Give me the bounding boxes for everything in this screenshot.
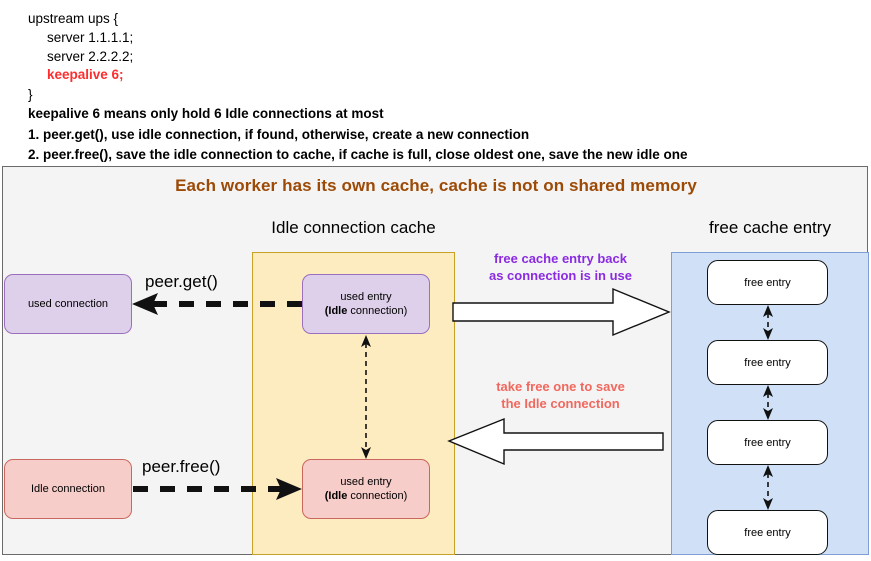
- code-line-0: upstream ups {: [28, 11, 119, 26]
- diagram-frame: Each worker has its own cache, cache is …: [2, 166, 869, 555]
- code-line-1: server 1.1.1.1;: [47, 30, 134, 45]
- peer-get-arrow: [132, 293, 302, 315]
- free-cache-back-block-arrow: [452, 287, 671, 337]
- note-line-0: keepalive 6 means only hold 6 Idle conne…: [28, 106, 384, 121]
- cache-entry-link-arrow: [361, 335, 371, 459]
- take-free-one-block-arrow: [447, 417, 664, 466]
- code-line-keepalive: keepalive 6;: [47, 67, 124, 82]
- code-line-4: }: [28, 87, 33, 102]
- note-line-2: 2. peer.free(), save the idle connection…: [28, 147, 688, 162]
- free-entry-link-arrow-1: [763, 305, 773, 340]
- free-entry-link-arrow-2: [763, 385, 773, 420]
- note-line-1: 1. peer.get(), use idle connection, if f…: [28, 127, 530, 142]
- notes-block: upstream ups { server 1.1.1.1; server 2.…: [0, 0, 871, 163]
- code-line-2: server 2.2.2.2;: [47, 49, 134, 64]
- free-entry-link-arrow-3: [763, 465, 773, 510]
- connector-layer: [132, 287, 773, 510]
- peer-free-arrow: [133, 478, 302, 500]
